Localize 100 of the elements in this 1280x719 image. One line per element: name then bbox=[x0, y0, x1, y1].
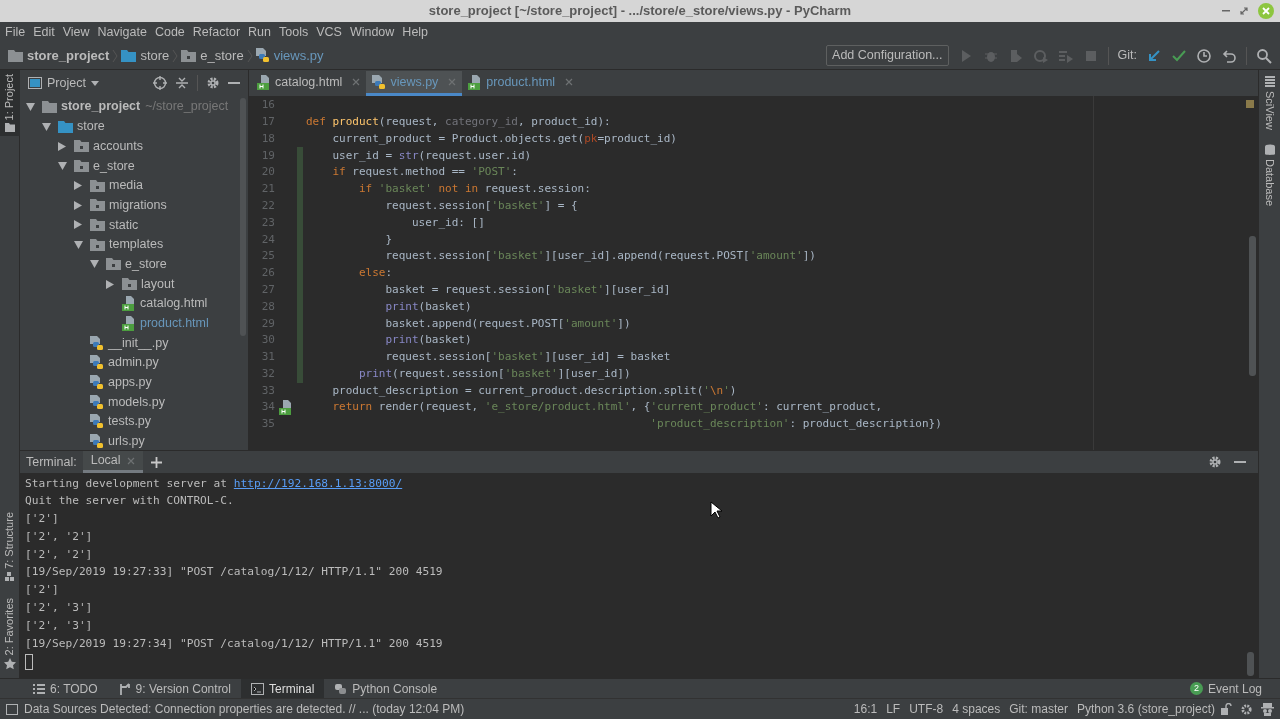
breadcrumb-item[interactable]: store bbox=[140, 45, 170, 66]
line-number: 31 bbox=[260, 349, 275, 366]
plus-icon[interactable] bbox=[150, 456, 162, 468]
tree-item[interactable]: apps.py bbox=[108, 373, 152, 392]
scrollbar[interactable] bbox=[1247, 652, 1254, 676]
tool-window-tab[interactable]: Python Console bbox=[324, 678, 448, 699]
terminal-line: ['2', '2'] bbox=[25, 528, 93, 545]
breadcrumb-item[interactable]: views.py bbox=[273, 45, 324, 66]
collapsed-arrow-icon[interactable] bbox=[74, 181, 82, 191]
clock-icon[interactable] bbox=[1196, 47, 1212, 64]
status-item[interactable]: Git: master bbox=[1009, 700, 1068, 718]
tree-item[interactable]: media bbox=[109, 176, 144, 195]
status-item[interactable]: Python 3.6 (store_project) bbox=[1076, 700, 1215, 718]
tool-window-tab[interactable]: 9: Version Control bbox=[107, 678, 241, 699]
template-link-icon[interactable] bbox=[279, 400, 293, 416]
line-number: 21 bbox=[260, 181, 275, 198]
python-file-icon bbox=[90, 374, 104, 390]
tree-item[interactable]: templates bbox=[109, 235, 164, 255]
tree-item[interactable]: e_store bbox=[93, 156, 135, 176]
project-view-dropdown[interactable]: Project bbox=[28, 73, 99, 93]
terminal-line: ['2', '3'] bbox=[25, 600, 93, 617]
menu-item[interactable]: VCS bbox=[312, 22, 346, 42]
add-configuration-button[interactable]: Add Configuration... bbox=[826, 45, 949, 66]
warning-marker[interactable] bbox=[1246, 100, 1254, 108]
line-number: 20 bbox=[260, 164, 275, 181]
menu-item[interactable]: Run bbox=[244, 22, 275, 42]
tree-item[interactable]: accounts bbox=[93, 136, 144, 156]
editor-tab[interactable]: catalog.html bbox=[251, 71, 367, 96]
tree-item[interactable]: tests.py bbox=[108, 412, 152, 432]
menu-item[interactable]: Tools bbox=[275, 22, 313, 42]
scrollbar[interactable] bbox=[1249, 236, 1256, 376]
terminal-line: ['2', '3'] bbox=[25, 617, 93, 634]
crosshair-icon[interactable] bbox=[153, 76, 167, 90]
tree-item[interactable]: store bbox=[77, 117, 105, 136]
breadcrumb-item[interactable]: store_project bbox=[27, 45, 110, 66]
terminal-line: [19/Sep/2019 19:27:34] "POST /catalog/1/12/ HTTP/1.1" 200 4519 bbox=[25, 635, 443, 652]
settings-icon[interactable] bbox=[206, 76, 220, 90]
search-icon[interactable] bbox=[1256, 47, 1272, 64]
python-file-icon bbox=[255, 48, 270, 63]
tree-item[interactable]: migrations bbox=[109, 195, 167, 215]
menu-item[interactable]: Navigate bbox=[93, 22, 151, 42]
status-item[interactable]: UTF-8 bbox=[909, 700, 944, 718]
line-number: 18 bbox=[260, 130, 275, 147]
tool-window-tab[interactable]: 1: Project bbox=[0, 70, 20, 137]
code-line: else: bbox=[357, 265, 393, 282]
tool-window-tab[interactable]: SciView bbox=[1261, 76, 1278, 130]
menu-item[interactable]: View bbox=[58, 22, 94, 42]
window-icon[interactable] bbox=[6, 703, 18, 715]
code-line: def product(request, category_id, product_id): bbox=[305, 113, 611, 130]
menu-item[interactable]: Help bbox=[398, 22, 433, 42]
padlock-icon[interactable] bbox=[1221, 703, 1232, 715]
menu-item[interactable]: File bbox=[1, 22, 30, 42]
expanded-arrow-icon[interactable] bbox=[90, 260, 99, 269]
menu-item[interactable]: Refactor bbox=[188, 22, 245, 42]
status-item[interactable]: 4 spaces bbox=[952, 700, 1001, 718]
tree-item[interactable]: e_store bbox=[125, 254, 167, 274]
blocks-icon bbox=[3, 571, 16, 584]
collapsed-arrow-icon[interactable] bbox=[74, 200, 82, 210]
tree-item[interactable]: product.html bbox=[140, 314, 209, 333]
editor-tab[interactable]: product.html bbox=[462, 71, 580, 96]
database-icon bbox=[1263, 143, 1276, 156]
tree-item[interactable]: store_project bbox=[61, 97, 141, 117]
tool-window-tab[interactable]: 2: Favorites bbox=[0, 597, 20, 670]
menu-item[interactable]: Code bbox=[150, 22, 189, 42]
expanded-arrow-icon[interactable] bbox=[42, 122, 51, 131]
line-number: 23 bbox=[260, 214, 275, 231]
tree-item[interactable]: static bbox=[109, 215, 139, 235]
collapsed-arrow-icon[interactable] bbox=[58, 141, 66, 151]
gear-icon[interactable] bbox=[1240, 702, 1253, 716]
event-log-button[interactable]: 2 Event Log bbox=[1189, 679, 1262, 698]
menu-item[interactable]: Edit bbox=[29, 22, 59, 42]
link[interactable]: http://192.168.1.13:8000/ bbox=[233, 475, 403, 493]
tool-window-tab[interactable]: Database bbox=[1261, 143, 1278, 207]
tool-window-tab[interactable]: Terminal bbox=[240, 678, 325, 699]
terminal-line: ['2'] bbox=[25, 582, 59, 599]
tree-item[interactable]: layout bbox=[141, 274, 175, 294]
expanded-arrow-icon[interactable] bbox=[26, 102, 35, 111]
breadcrumb-item[interactable]: e_store bbox=[200, 45, 244, 66]
status-item[interactable]: LF bbox=[886, 700, 901, 718]
undo-icon[interactable] bbox=[1221, 47, 1237, 64]
inspector-icon[interactable] bbox=[1261, 702, 1274, 716]
tool-window-tab[interactable]: 7: Structure bbox=[0, 511, 20, 584]
status-item[interactable]: 16:1 bbox=[853, 700, 878, 718]
expanded-arrow-icon[interactable] bbox=[58, 161, 67, 170]
settings-icon[interactable] bbox=[1208, 455, 1222, 469]
expanded-arrow-icon[interactable] bbox=[74, 240, 83, 249]
line-number: 17 bbox=[260, 113, 275, 130]
tool-window-tab[interactable]: 6: TODO bbox=[22, 678, 108, 699]
collapsed-arrow-icon[interactable] bbox=[74, 220, 82, 230]
maximize-icon[interactable] bbox=[1240, 7, 1248, 15]
tree-item[interactable]: admin.py bbox=[108, 353, 159, 373]
tree-item[interactable]: __init__.py bbox=[108, 333, 169, 353]
tree-item[interactable]: urls.py bbox=[108, 432, 145, 450]
tree-item[interactable]: catalog.html bbox=[140, 294, 208, 314]
collapsed-arrow-icon[interactable] bbox=[106, 279, 114, 289]
menu-item[interactable]: Window bbox=[345, 22, 399, 42]
tree-item[interactable]: models.py bbox=[108, 392, 165, 412]
collapse-all-icon[interactable] bbox=[175, 76, 189, 90]
update-arrow-icon[interactable] bbox=[1146, 47, 1162, 64]
session-tab[interactable]: Local bbox=[82, 451, 143, 473]
